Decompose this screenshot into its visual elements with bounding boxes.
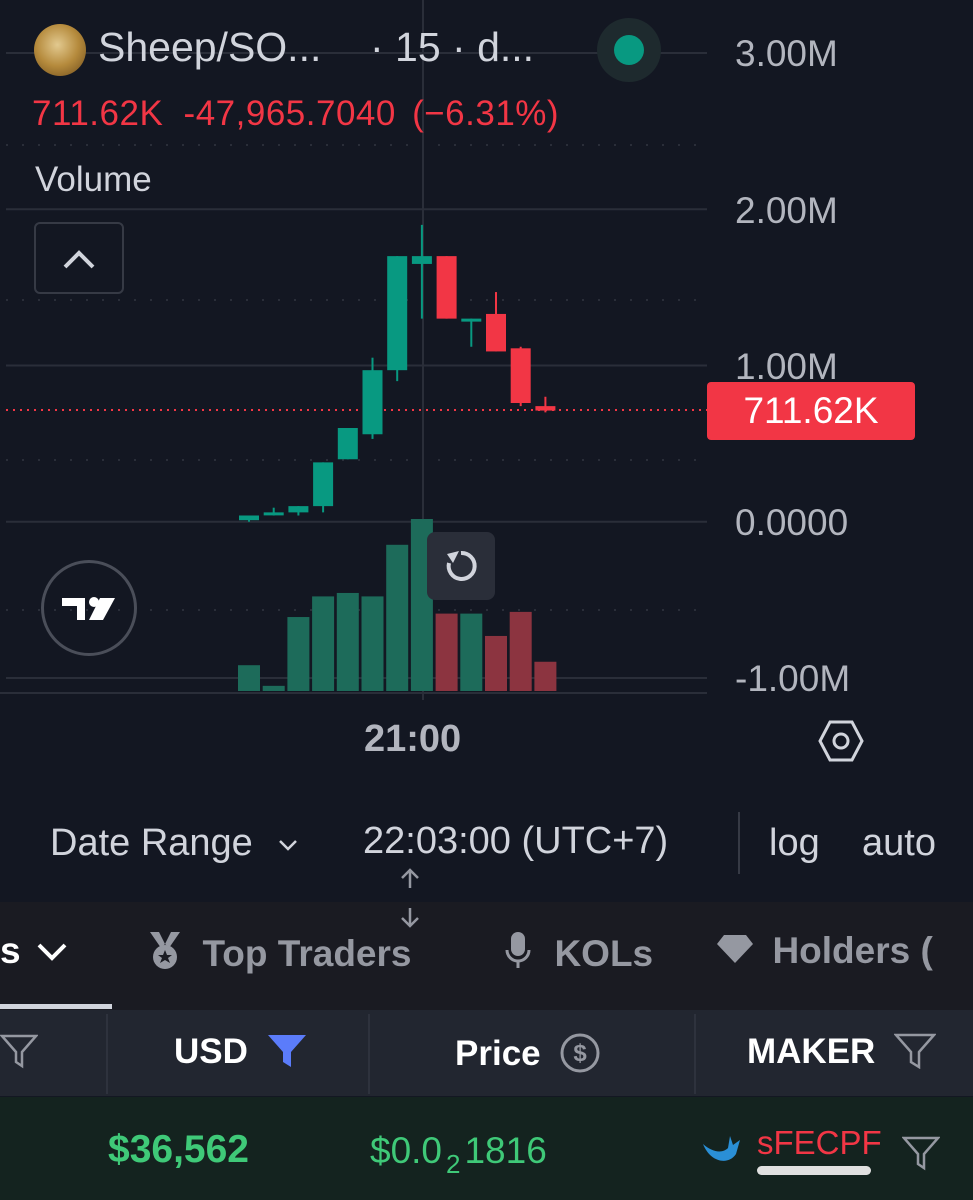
ohlc-readout: 711.62K -47,965.7040 (−6.31%) <box>32 94 559 134</box>
volume-bar <box>460 613 483 691</box>
tab-label: Top Traders <box>202 933 412 974</box>
candle-body <box>313 462 334 507</box>
y-axis-label: 0.0000 <box>735 502 849 543</box>
candle-body <box>337 428 358 460</box>
timezone-button[interactable]: 22:03:00 (UTC+7) <box>363 820 668 863</box>
candle-body <box>436 256 457 319</box>
last-price-value: 711.62K <box>32 94 164 133</box>
column-divider <box>694 1014 696 1094</box>
price-zero-count: 2 <box>446 1149 461 1179</box>
price-change-value: -47,965.7040 <box>183 94 396 133</box>
price-value-cell: $0.0 2 1816 <box>370 1130 547 1180</box>
candle-body <box>461 318 482 322</box>
interval-label[interactable]: · 15 · d... <box>370 24 534 71</box>
date-range-label: Date Range <box>50 822 253 864</box>
column-header-maker[interactable]: MAKER <box>747 1032 937 1072</box>
column-label: MAKER <box>747 1032 876 1071</box>
tab-holders[interactable]: Holders ( <box>716 930 933 972</box>
column-label: USD <box>174 1032 248 1071</box>
filter-active-icon[interactable] <box>266 1033 308 1069</box>
tradingview-logo[interactable] <box>41 560 137 656</box>
volume-bar <box>509 611 532 691</box>
symbol-title[interactable]: Sheep/SO... <box>98 24 321 71</box>
tab-top-traders[interactable]: Top Traders <box>146 930 411 975</box>
candle-body <box>387 256 408 371</box>
tab-transactions[interactable]: s <box>0 930 69 972</box>
svg-text:$: $ <box>573 1040 587 1067</box>
chevron-down-icon <box>37 943 67 961</box>
tab-kols[interactable]: KOLs <box>504 930 653 975</box>
column-header-usd[interactable]: USD <box>174 1032 308 1072</box>
candle-body <box>288 506 309 513</box>
column-header-price[interactable]: Price $ <box>455 1032 601 1074</box>
maker-address-link[interactable]: sFECPF <box>757 1124 882 1162</box>
maker-activity-bar <box>757 1166 871 1175</box>
candle-body <box>239 515 259 521</box>
price-prefix: $0.0 <box>370 1130 443 1171</box>
auto-scale-toggle[interactable]: auto <box>862 822 936 865</box>
chart-settings-button[interactable] <box>818 718 864 764</box>
filter-icon[interactable] <box>902 1136 940 1172</box>
chevron-up-icon <box>63 250 95 269</box>
price-change-percent: (−6.31%) <box>412 94 560 133</box>
column-divider <box>106 1014 108 1094</box>
market-open-dot-icon <box>614 35 644 65</box>
volume-bar <box>336 592 359 691</box>
y-axis-label: -1.00M <box>735 658 851 699</box>
log-scale-toggle[interactable]: log <box>769 822 820 865</box>
tradingview-logo-icon <box>62 597 115 620</box>
volume-bar <box>287 617 310 691</box>
reset-chart-button[interactable] <box>427 532 495 600</box>
active-tab-indicator <box>0 1004 112 1009</box>
last-price-tag: 711.62K <box>707 382 915 440</box>
reset-rotate-icon <box>446 550 477 581</box>
tab-label: KOLs <box>554 933 654 974</box>
candle-body <box>411 256 432 264</box>
volume-bar <box>262 685 285 691</box>
token-logo <box>34 24 86 76</box>
tab-label: s <box>0 930 21 971</box>
volume-bar <box>238 665 260 691</box>
x-axis-tick-label: 21:00 <box>364 718 462 760</box>
column-label: Price <box>455 1034 541 1073</box>
usd-value-cell: $36,562 <box>108 1128 249 1171</box>
diamond-icon <box>717 935 753 963</box>
volume-bar <box>534 661 557 691</box>
gear-icon <box>818 720 864 762</box>
dollar-coin-icon[interactable]: $ <box>559 1032 601 1074</box>
candle-body <box>263 512 284 516</box>
candle-body <box>510 348 531 403</box>
chevron-down-icon <box>279 840 298 851</box>
candle-body <box>535 406 556 411</box>
date-range-dropdown[interactable]: Date Range <box>50 822 299 865</box>
candle-body <box>486 313 506 352</box>
filter-icon[interactable] <box>0 1034 38 1070</box>
volume-bar <box>312 596 335 691</box>
column-divider <box>368 1014 370 1094</box>
volume-bar <box>435 613 458 691</box>
filter-icon[interactable] <box>893 1033 937 1070</box>
volume-indicator-label[interactable]: Volume <box>35 160 152 200</box>
microphone-icon <box>505 932 531 968</box>
whale-icon <box>703 1136 740 1161</box>
candle-body <box>362 370 383 435</box>
toolbar-divider <box>738 812 740 874</box>
volume-bar <box>485 635 507 691</box>
volume-bar <box>361 596 384 691</box>
volume-bar <box>386 544 409 691</box>
collapse-legend-button[interactable] <box>34 222 124 294</box>
medal-icon <box>150 932 180 969</box>
tab-label: Holders ( <box>772 930 933 971</box>
resize-handle-icon[interactable] <box>398 866 422 930</box>
y-axis-label: 3.00M <box>735 33 838 74</box>
y-axis-label: 2.00M <box>735 190 838 231</box>
price-digits: 1816 <box>464 1130 547 1171</box>
